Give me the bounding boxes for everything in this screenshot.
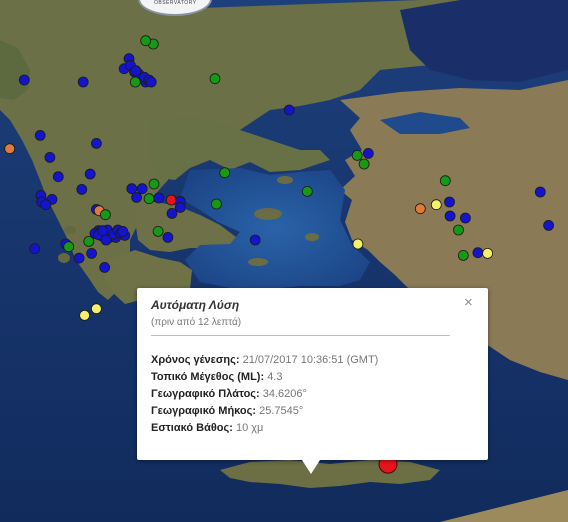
info-popup: Αυτόματη Λύση (πριν από 12 λεπτά) × Χρόν… <box>137 288 488 474</box>
earthquake-marker[interactable] <box>543 219 554 231</box>
earthquake-marker[interactable] <box>362 147 374 159</box>
row-label: Τοπικό Μέγεθος (ML): <box>151 371 265 383</box>
earthquake-marker[interactable] <box>40 199 52 211</box>
earthquake-marker[interactable] <box>79 309 90 321</box>
earthquake-marker[interactable] <box>152 225 164 237</box>
earthquake-marker[interactable] <box>174 201 186 213</box>
depth-row: Εστιακό Βάθος: 10 χμ <box>151 420 378 437</box>
latitude-row: Γεωγραφικό Πλάτος: 34.6206° <box>151 386 378 403</box>
earthquake-marker[interactable] <box>482 247 494 259</box>
row-value: 10 χμ <box>235 422 264 434</box>
popup-title: Αυτόματη Λύση <box>151 298 240 312</box>
earthquake-marker[interactable] <box>534 186 546 198</box>
earthquake-marker[interactable] <box>143 193 155 205</box>
magnitude-row: Τοπικό Μέγεθος (ML): 4.3 <box>151 369 378 386</box>
close-icon[interactable]: × <box>464 294 473 311</box>
earthquake-marker[interactable] <box>18 74 30 86</box>
earthquake-marker[interactable] <box>117 225 129 237</box>
row-value: 21/07/2017 10:36:51 (GMT) <box>242 354 379 366</box>
island-chios <box>305 233 319 241</box>
earthquake-marker[interactable] <box>29 243 41 255</box>
island-andros <box>248 258 268 266</box>
row-label: Γεωγραφικό Μήκος: <box>151 405 257 417</box>
earthquake-marker[interactable] <box>444 196 455 208</box>
earthquake-marker[interactable] <box>165 194 177 206</box>
earthquake-marker[interactable] <box>209 73 221 85</box>
row-value: 4.3 <box>267 371 283 383</box>
earthquake-marker[interactable] <box>130 65 142 77</box>
island-limnos <box>277 176 293 184</box>
island-lefkada <box>64 226 76 234</box>
earthquake-marker[interactable] <box>73 252 85 264</box>
earthquake-marker[interactable] <box>439 175 451 187</box>
popup-divider <box>151 335 450 336</box>
earthquake-marker[interactable] <box>83 235 95 247</box>
island-kefalonia <box>58 253 70 263</box>
earthquake-marker[interactable] <box>249 234 261 246</box>
earthquake-marker[interactable] <box>100 209 111 221</box>
earthquake-marker[interactable] <box>91 137 102 149</box>
earthquake-marker[interactable] <box>153 192 165 204</box>
earthquake-marker[interactable] <box>91 303 102 315</box>
earthquake-marker[interactable] <box>77 76 89 88</box>
origin-time-row: Χρόνος γένεσης: 21/07/2017 10:36:51 (GMT… <box>151 352 378 369</box>
earthquake-marker[interactable] <box>34 129 46 141</box>
earthquake-marker[interactable] <box>63 241 75 253</box>
row-value: 34.6206° <box>262 388 307 400</box>
earthquake-marker[interactable] <box>459 212 471 224</box>
earthquake-marker[interactable] <box>99 261 111 273</box>
earthquake-marker[interactable] <box>166 207 178 219</box>
earthquake-marker[interactable] <box>136 183 148 195</box>
earthquake-marker[interactable] <box>219 167 231 179</box>
earthquake-marker[interactable] <box>97 225 109 237</box>
earthquake-marker[interactable] <box>76 183 88 195</box>
popup-subtitle: (πριν από 12 λεπτά) <box>151 317 242 328</box>
longitude-row: Γεωγραφικό Μήκος: 25.7545° <box>151 403 378 420</box>
earthquake-marker[interactable] <box>283 104 295 116</box>
earthquake-marker[interactable] <box>301 185 313 197</box>
earthquake-marker[interactable] <box>131 191 143 203</box>
earthquake-marker[interactable] <box>414 203 426 215</box>
earthquake-marker[interactable] <box>129 76 141 88</box>
earthquake-marker[interactable] <box>44 151 56 163</box>
earthquake-marker[interactable] <box>86 247 97 259</box>
earthquake-marker[interactable] <box>358 158 370 170</box>
earthquake-marker[interactable] <box>210 198 222 210</box>
earthquake-marker[interactable] <box>457 249 469 261</box>
earthquake-marker[interactable] <box>148 178 160 190</box>
earthquake-marker[interactable] <box>100 234 112 246</box>
earthquake-marker[interactable] <box>140 35 152 47</box>
row-label: Χρόνος γένεσης: <box>151 354 240 366</box>
earthquake-marker[interactable] <box>453 224 464 236</box>
popup-details: Χρόνος γένεσης: 21/07/2017 10:36:51 (GMT… <box>151 352 378 437</box>
earthquake-marker[interactable] <box>472 247 484 259</box>
earthquake-marker[interactable] <box>84 168 96 180</box>
logo-text: OBSERVATORY <box>154 0 197 6</box>
earthquake-marker[interactable] <box>162 231 174 243</box>
earthquake-marker[interactable] <box>430 199 442 211</box>
row-label: Εστιακό Βάθος: <box>151 422 233 434</box>
island-lesvos <box>254 208 282 220</box>
row-label: Γεωγραφικό Πλάτος: <box>151 388 260 400</box>
earthquake-marker[interactable] <box>352 238 364 250</box>
row-value: 25.7545° <box>259 405 304 417</box>
earthquake-marker[interactable] <box>444 210 456 222</box>
earthquake-marker[interactable] <box>52 171 64 183</box>
earthquake-marker[interactable] <box>4 143 16 155</box>
earthquake-marker[interactable] <box>351 149 363 161</box>
earthquake-marker[interactable] <box>145 76 157 88</box>
